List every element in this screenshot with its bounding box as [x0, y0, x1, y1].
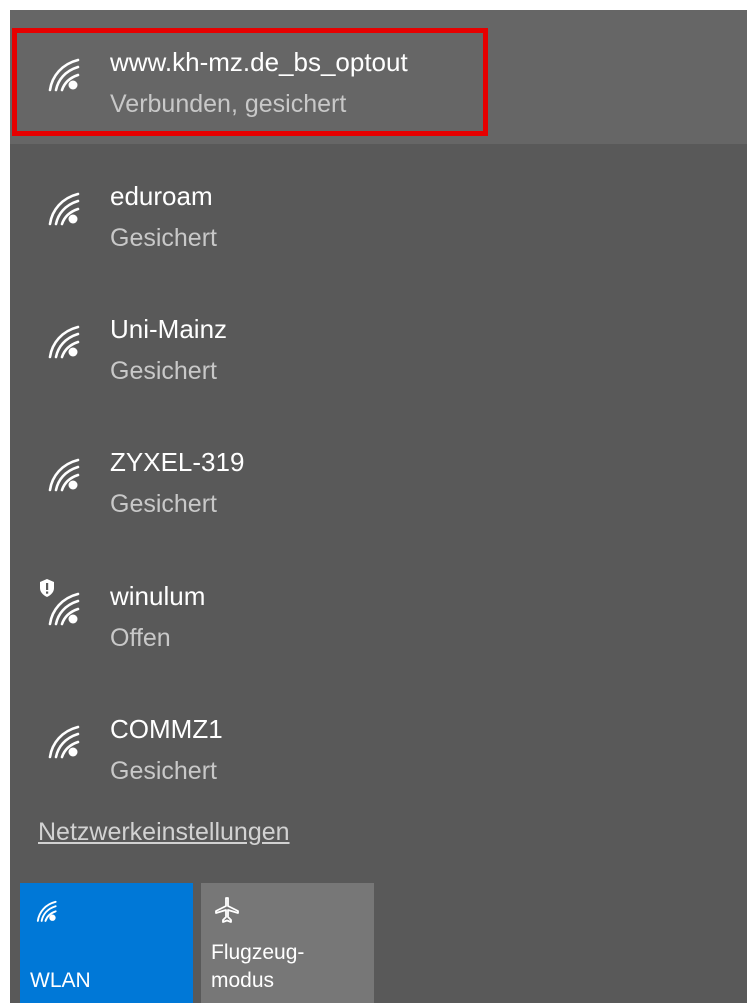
network-status: Gesichert [110, 224, 217, 252]
airplane-tile-label-line2: modus [211, 969, 275, 992]
airplane-icon [215, 897, 239, 923]
wifi-icon [48, 325, 80, 359]
network-item-commz1[interactable]: COMMZ1 Gesichert [10, 677, 747, 811]
network-settings-link[interactable]: Netzwerkeinstellungen [38, 818, 290, 847]
wlan-tile-label: WLAN [30, 969, 91, 992]
network-name: winulum [110, 581, 206, 611]
network-name: Uni-Mainz [110, 314, 228, 344]
airplane-tile-label-line1: Flugzeug- [211, 941, 305, 964]
network-panel: www.kh-mz.de_bs_optout Verbunden, gesich… [0, 0, 747, 1003]
network-item-uni-mainz[interactable]: Uni-Mainz Gesichert [10, 277, 747, 411]
network-item-kh-mz[interactable]: www.kh-mz.de_bs_optout Verbunden, gesich… [10, 10, 747, 144]
network-name: COMMZ1 [110, 714, 223, 744]
airplane-mode-tile[interactable]: Flugzeug- modus [201, 883, 374, 1003]
wifi-icon [36, 900, 57, 922]
network-status: Verbunden, gesichert [110, 90, 347, 118]
network-flyout: www.kh-mz.de_bs_optout Verbunden, gesich… [10, 10, 747, 1003]
network-item-winulum[interactable]: winulum Offen [10, 544, 747, 678]
network-status: Offen [110, 624, 171, 652]
wifi-icon [48, 58, 80, 92]
wifi-icon [48, 725, 80, 759]
wlan-tile[interactable]: WLAN [20, 883, 193, 1003]
network-status: Gesichert [110, 357, 217, 385]
network-status: Gesichert [110, 490, 217, 518]
network-name: eduroam [110, 181, 213, 211]
network-item-zyxel[interactable]: ZYXEL-319 Gesichert [10, 410, 747, 544]
wifi-icon [48, 458, 80, 492]
network-item-eduroam[interactable]: eduroam Gesichert [10, 144, 747, 278]
wifi-icon [48, 192, 80, 226]
network-name: ZYXEL-319 [110, 447, 245, 477]
network-status: Gesichert [110, 757, 217, 785]
network-name: www.kh-mz.de_bs_optout [110, 47, 408, 77]
wifi-icon [48, 592, 80, 626]
